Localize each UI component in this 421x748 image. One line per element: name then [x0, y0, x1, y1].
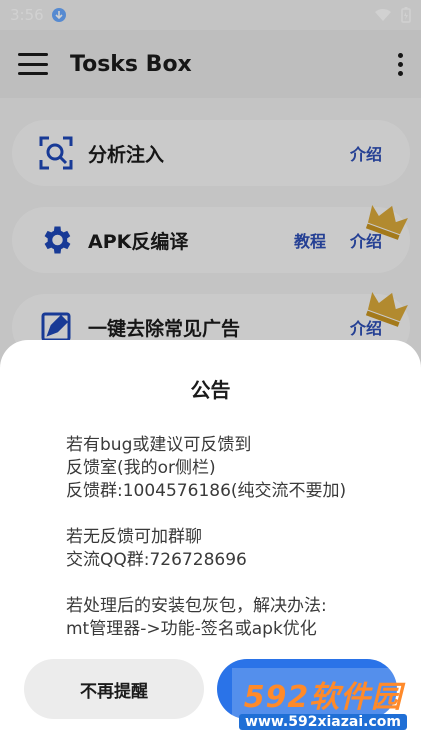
dialog-title: 公告 — [190, 378, 231, 402]
notice-line: 反馈群:1004576186(纯交流不要加) — [66, 481, 347, 501]
notice-spacer — [66, 572, 396, 595]
notice-line: 若处理后的安装包灰包，解决办法: — [66, 596, 327, 616]
watermark-url: www.592xiazai.com — [239, 714, 407, 730]
watermark-logo: 592软件园 — [243, 680, 403, 715]
notice-line: 若有bug或建议可反馈到 — [66, 435, 252, 455]
notice-line: 反馈室(我的or侧栏) — [66, 458, 216, 478]
site-watermark: 592软件园 www.592xiazai.com — [232, 668, 414, 734]
notice-line: mt管理器->功能-签名或apk优化 — [66, 619, 317, 639]
notice-line: 交流QQ群:726728696 — [66, 550, 247, 570]
notice-spacer — [66, 503, 396, 526]
dont-remind-button[interactable]: 不再提醒 — [24, 659, 204, 719]
announcement-text: 若有bug或建议可反馈到 反馈室(我的or侧栏) 反馈群:1004576186(… — [66, 434, 396, 641]
notice-line: 若无反馈可加群聊 — [66, 527, 202, 547]
